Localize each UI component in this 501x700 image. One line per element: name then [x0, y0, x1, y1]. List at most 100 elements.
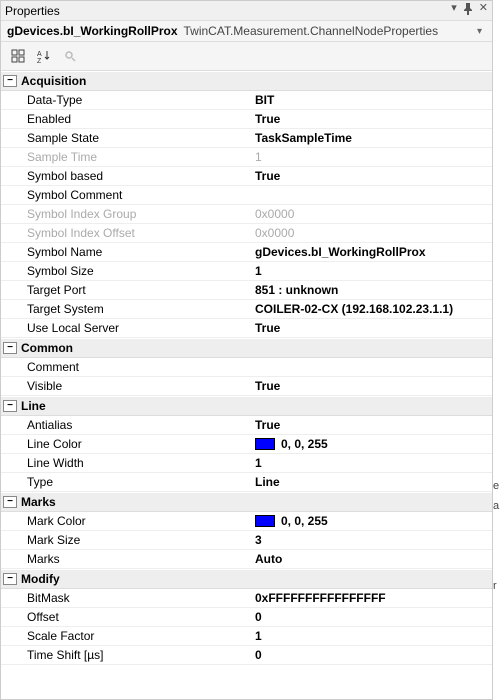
property-value[interactable]: BIT	[251, 93, 492, 107]
property-row[interactable]: Time Shift [µs] 0	[1, 646, 492, 665]
property-row[interactable]: Marks Auto	[1, 550, 492, 569]
property-value[interactable]: TaskSampleTime	[251, 131, 492, 145]
category-header[interactable]: −Line	[1, 396, 492, 416]
property-value[interactable]: True	[251, 112, 492, 126]
dropdown-icon[interactable]: ▾	[451, 3, 457, 18]
property-label: Target Port	[1, 283, 251, 297]
svg-text:A: A	[37, 51, 42, 58]
property-value[interactable]: 1	[251, 456, 492, 470]
property-row[interactable]: Comment	[1, 358, 492, 377]
property-row[interactable]: Scale Factor1	[1, 627, 492, 646]
property-value-text: Auto	[255, 552, 282, 566]
property-value-text: 0, 0, 255	[281, 514, 328, 528]
toolbar: AZ	[1, 42, 492, 71]
chevron-down-icon[interactable]: ▾	[473, 26, 486, 37]
property-row[interactable]: Data-TypeBIT	[1, 91, 492, 110]
property-value-text: 0	[255, 610, 262, 624]
property-label: Marks	[1, 552, 251, 566]
property-row[interactable]: Sample Time1	[1, 148, 492, 167]
collapse-icon[interactable]: −	[3, 342, 17, 354]
categorized-button[interactable]	[7, 46, 29, 66]
collapse-icon[interactable]: −	[3, 75, 17, 87]
property-row[interactable]: Type Line	[1, 473, 492, 492]
property-row[interactable]: Target SystemCOILER-02-CX (192.168.102.2…	[1, 300, 492, 319]
category-header[interactable]: −Modify	[1, 569, 492, 589]
property-value[interactable]: 0, 0, 255	[251, 437, 492, 451]
property-value[interactable]: 1	[251, 264, 492, 278]
property-row[interactable]: Symbol NamegDevices.bI_WorkingRollProx	[1, 243, 492, 262]
property-value[interactable]: True	[251, 169, 492, 183]
property-label: Scale Factor	[1, 629, 251, 643]
property-value[interactable]: True	[251, 418, 492, 432]
category-header[interactable]: −Marks	[1, 492, 492, 512]
property-pages-button[interactable]	[59, 46, 81, 66]
property-value[interactable]: gDevices.bI_WorkingRollProx	[251, 245, 492, 259]
property-value-text: 0	[255, 648, 262, 662]
property-row[interactable]: Line Color0, 0, 255	[1, 435, 492, 454]
property-value-text: True	[255, 321, 280, 335]
property-value[interactable]: 0, 0, 255	[251, 514, 492, 528]
property-value[interactable]: Auto	[251, 552, 492, 566]
property-value[interactable]: True	[251, 379, 492, 393]
property-row[interactable]: Symbol basedTrue	[1, 167, 492, 186]
property-value[interactable]: 0	[251, 648, 492, 662]
pin-icon[interactable]	[463, 3, 473, 18]
property-row[interactable]: Symbol Index Offset0x0000	[1, 224, 492, 243]
property-value-text: 1	[255, 456, 262, 470]
category-header[interactable]: −Common	[1, 338, 492, 358]
property-label: Use Local Server	[1, 321, 251, 335]
property-value[interactable]: 0xFFFFFFFFFFFFFFFF	[251, 591, 492, 605]
property-value[interactable]: Line	[251, 475, 492, 489]
property-row[interactable]: BitMask 0xFFFFFFFFFFFFFFFF	[1, 589, 492, 608]
property-label: Time Shift [µs]	[1, 648, 251, 662]
property-row[interactable]: AntialiasTrue	[1, 416, 492, 435]
property-row[interactable]: Use Local Server True	[1, 319, 492, 338]
property-value-text: 0xFFFFFFFFFFFFFFFF	[255, 591, 386, 605]
property-value[interactable]: 3	[251, 533, 492, 547]
property-label: BitMask	[1, 591, 251, 605]
object-selector[interactable]: gDevices.bI_WorkingRollProx TwinCAT.Meas…	[1, 21, 492, 42]
property-row[interactable]: Mark Color0, 0, 255	[1, 512, 492, 531]
collapse-icon[interactable]: −	[3, 400, 17, 412]
property-value[interactable]: 0x0000	[251, 226, 492, 240]
property-row[interactable]: Symbol Size1	[1, 262, 492, 281]
property-row[interactable]: Line Width 1	[1, 454, 492, 473]
close-icon[interactable]: ✕	[479, 3, 488, 18]
property-label: Offset	[1, 610, 251, 624]
property-value[interactable]: 851 : unknown	[251, 283, 492, 297]
property-value[interactable]: COILER-02-CX (192.168.102.23.1.1)	[251, 302, 492, 316]
property-value[interactable]: 1	[251, 150, 492, 164]
collapse-icon[interactable]: −	[3, 496, 17, 508]
property-label: Enabled	[1, 112, 251, 126]
property-value-text: 0x0000	[255, 207, 294, 221]
property-row[interactable]: Mark Size3	[1, 531, 492, 550]
property-label: Sample State	[1, 131, 251, 145]
property-row[interactable]: Symbol Comment	[1, 186, 492, 205]
property-row[interactable]: Offset 0	[1, 608, 492, 627]
category-header[interactable]: −Acquisition	[1, 71, 492, 91]
property-row[interactable]: VisibleTrue	[1, 377, 492, 396]
property-grid: −AcquisitionData-TypeBITEnabledTrueSampl…	[1, 71, 492, 699]
property-row[interactable]: Target Port851 : unknown	[1, 281, 492, 300]
property-value-text: True	[255, 379, 280, 393]
property-label: Symbol Comment	[1, 188, 251, 202]
panel-title: Properties	[5, 4, 451, 18]
alphabetical-button[interactable]: AZ	[33, 46, 55, 66]
property-value-text: TaskSampleTime	[255, 131, 352, 145]
property-value[interactable]: 0x0000	[251, 207, 492, 221]
property-value[interactable]: 1	[251, 629, 492, 643]
property-row[interactable]: EnabledTrue	[1, 110, 492, 129]
property-label: Symbol Index Group	[1, 207, 251, 221]
category-label: Marks	[21, 495, 56, 509]
property-value-text: 1	[255, 264, 262, 278]
property-label: Line Width	[1, 456, 251, 470]
property-label: Data-Type	[1, 93, 251, 107]
property-row[interactable]: Symbol Index Group 0x0000	[1, 205, 492, 224]
property-value[interactable]: 0	[251, 610, 492, 624]
property-value[interactable]: True	[251, 321, 492, 335]
collapse-icon[interactable]: −	[3, 573, 17, 585]
property-value-text: Line	[255, 475, 280, 489]
property-row[interactable]: Sample State TaskSampleTime	[1, 129, 492, 148]
property-value-text: 0, 0, 255	[281, 437, 328, 451]
property-label: Type	[1, 475, 251, 489]
